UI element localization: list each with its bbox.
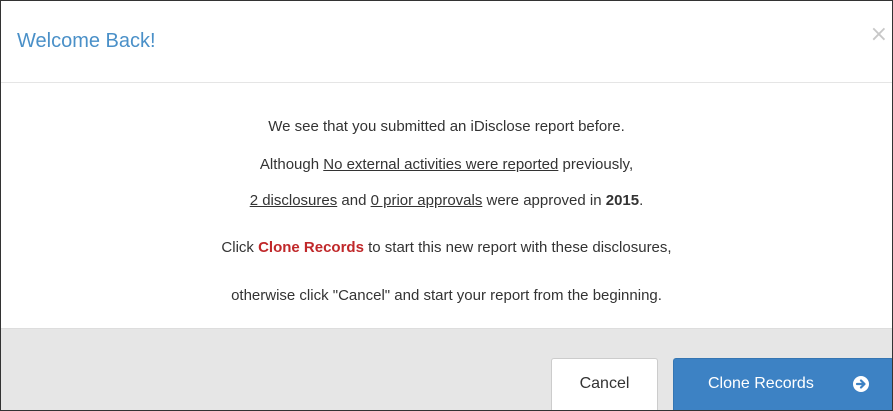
prior-approvals-count: 0 prior approvals	[370, 192, 483, 209]
dialog-title: Welcome Back!	[17, 30, 156, 52]
cancel-instruction-text: otherwise click "Cancel" and start your …	[231, 287, 662, 304]
clone-instruction-suffix: to start this new report with these disc…	[363, 239, 672, 256]
activities-prefix: Although	[259, 156, 324, 173]
activities-suffix: previously,	[558, 156, 634, 173]
clone-records-button-label: Clone Records	[708, 375, 814, 392]
clone-records-emphasis: Clone Records	[258, 239, 364, 256]
disclosures-count: 2 disclosures	[249, 192, 338, 209]
intro-text: We see that you submitted an iDisclose r…	[268, 118, 625, 135]
approved-text: were approved in	[482, 192, 606, 209]
no-activities-link: No external activities were reported	[323, 156, 559, 173]
approval-year: 2015	[605, 192, 640, 209]
approvals-text: 2 disclosures and 0 prior approvals were…	[1, 191, 892, 211]
activities-text: Although No external activities were rep…	[1, 155, 892, 175]
arrow-circle-right-icon	[853, 376, 869, 392]
clone-instruction-text: Click Clone Records to start this new re…	[1, 238, 892, 258]
dialog-footer: Cancel Clone Records	[1, 328, 892, 410]
cancel-button-label: Cancel	[579, 375, 630, 392]
and-text: and	[337, 192, 371, 209]
clone-instruction-prefix: Click	[221, 239, 259, 256]
close-icon[interactable]: ×	[870, 23, 888, 47]
dialog-header: Welcome Back! ×	[1, 1, 892, 83]
period-text: .	[639, 192, 644, 209]
welcome-back-dialog: Welcome Back! × We see that you submitte…	[0, 0, 893, 411]
clone-records-button[interactable]: Clone Records	[673, 358, 892, 410]
cancel-button[interactable]: Cancel	[551, 358, 658, 410]
dialog-body: We see that you submitted an iDisclose r…	[1, 83, 892, 328]
